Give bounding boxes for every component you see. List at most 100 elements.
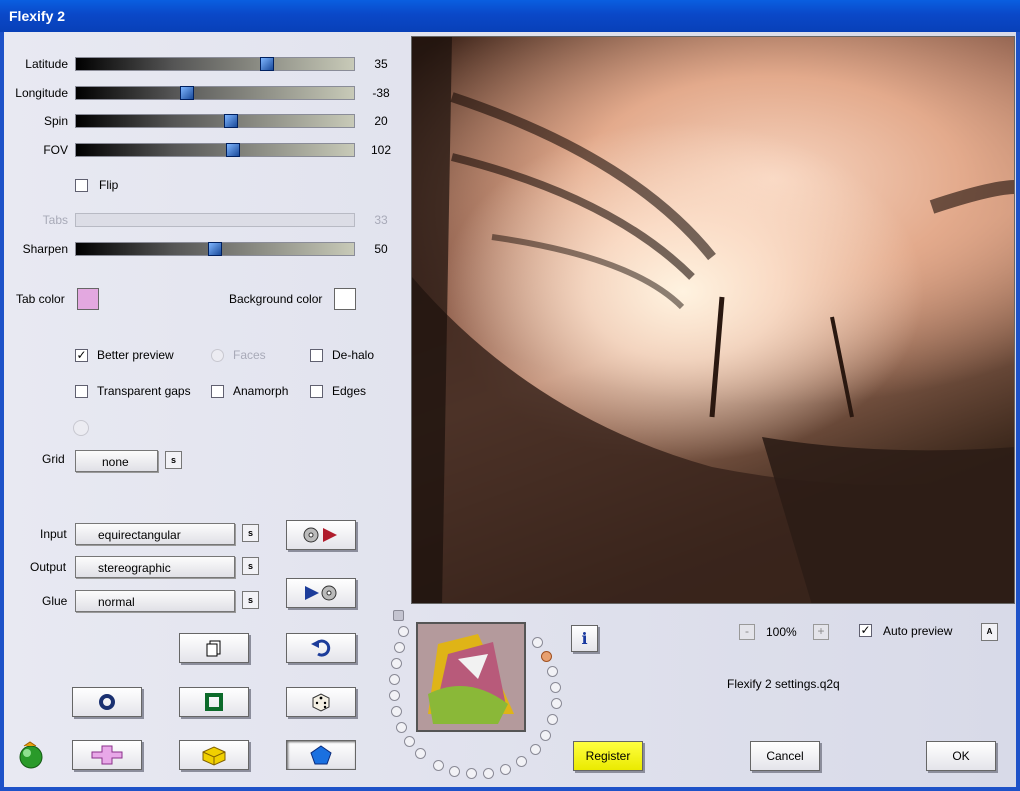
latitude-thumb[interactable] [260,57,274,71]
ring-dot[interactable] [396,722,407,733]
ring-dot[interactable] [404,736,415,747]
zoom-level: 100% [766,625,797,639]
input-s-button[interactable]: s [242,524,259,542]
ring-dot[interactable] [466,768,477,779]
ring-dot[interactable] [516,756,527,767]
ring-dot[interactable] [540,730,551,741]
ring-dot[interactable] [398,626,409,637]
latitude-value: 35 [374,57,388,71]
random-button[interactable] [286,687,356,717]
input-label: Input [40,527,67,541]
circle-button[interactable] [72,687,142,717]
ring-dot[interactable] [389,674,400,685]
disc-to-play-icon [303,527,337,543]
grid-select[interactable]: none [75,450,158,472]
fov-slider[interactable] [75,143,355,157]
square-frame-icon [205,693,223,711]
ring-dot[interactable] [394,642,405,653]
square-button[interactable] [179,687,249,717]
zoom-out-button[interactable]: - [739,624,755,640]
auto-preview-checkbox[interactable]: ✓ [859,624,872,637]
background-color-swatch[interactable] [334,288,356,310]
fov-label: FOV [43,143,68,157]
ring-dot[interactable] [415,748,426,759]
ring-dot[interactable] [547,714,558,725]
convert-out-button[interactable] [286,578,356,608]
undo-button[interactable] [286,633,356,663]
background-color-label: Background color [229,292,323,306]
ring-dot[interactable] [530,744,541,755]
pentagon-icon [310,745,332,765]
tab-color-swatch[interactable] [77,288,99,310]
spin-thumb[interactable] [224,114,238,128]
ok-button[interactable]: OK [926,741,996,771]
ring-dot[interactable] [547,666,558,677]
latitude-label: Latitude [25,57,68,71]
ring-dot[interactable] [483,768,494,779]
sharpen-thumb[interactable] [208,242,222,256]
cube-button[interactable] [179,740,249,770]
cancel-button[interactable]: Cancel [750,741,820,771]
sharpen-slider[interactable] [75,242,355,256]
anamorph-checkbox[interactable] [211,385,224,398]
spin-slider[interactable] [75,114,355,128]
undo-icon [311,639,331,657]
latitude-slider[interactable] [75,57,355,71]
grid-label: Grid [42,452,65,466]
ring-dot-active[interactable] [541,651,552,662]
cross-layout-icon [91,745,123,765]
better-preview-checkbox[interactable]: ✓ [75,349,88,362]
output-select[interactable]: stereographic [75,556,235,578]
ring-dot[interactable] [550,682,561,693]
window-title: Flexify 2 [9,8,66,24]
ring-dot[interactable] [500,764,511,775]
thumbnail-preview[interactable] [416,622,526,732]
tab-color-label: Tab color [16,292,65,306]
glue-select[interactable]: normal [75,590,235,612]
copy-icon [206,640,221,657]
ring-dot[interactable] [391,706,402,717]
ring-dot[interactable] [532,637,543,648]
ring-dot[interactable] [433,760,444,771]
flip-label: Flip [99,178,119,192]
dehalo-checkbox[interactable] [310,349,323,362]
spin-label: Spin [43,114,68,128]
edges-label: Edges [332,384,367,398]
tabs-slider [75,213,355,227]
output-s-button[interactable]: s [242,557,259,575]
sharpen-value: 50 [374,242,388,256]
longitude-value: -38 [372,86,390,100]
longitude-label: Longitude [15,86,68,100]
dehalo-label: De-halo [332,348,375,362]
copy-button[interactable] [179,633,249,663]
info-button[interactable]: i [571,625,598,652]
tabs-label: Tabs [42,213,68,227]
auto-preview-menu-button[interactable]: A [981,623,998,641]
preview-image[interactable] [411,36,1015,604]
edges-checkbox[interactable] [310,385,323,398]
convert-in-button[interactable] [286,520,356,550]
ring-dot[interactable] [391,658,402,669]
input-select[interactable]: equirectangular [75,523,235,545]
output-label: Output [30,560,67,574]
glue-s-button[interactable]: s [242,591,259,609]
fisheye-trees-scene [412,37,1014,603]
polyhedron-button[interactable] [286,740,356,770]
ring-dot[interactable] [393,610,404,621]
ring-icon [99,694,115,710]
ring-dot[interactable] [389,690,400,701]
cross-button[interactable] [72,740,142,770]
transparent-gaps-checkbox[interactable] [75,385,88,398]
cube-icon [202,746,226,766]
faces-checkbox [211,349,224,362]
register-button[interactable]: Register [573,741,643,771]
sharpen-label: Sharpen [22,242,68,256]
fov-thumb[interactable] [226,143,240,157]
longitude-slider[interactable] [75,86,355,100]
zoom-in-button[interactable]: + [813,624,829,640]
longitude-thumb[interactable] [180,86,194,100]
ring-dot[interactable] [449,766,460,777]
grid-s-button[interactable]: s [165,451,182,469]
flip-checkbox[interactable] [75,179,88,192]
ring-dot[interactable] [551,698,562,709]
